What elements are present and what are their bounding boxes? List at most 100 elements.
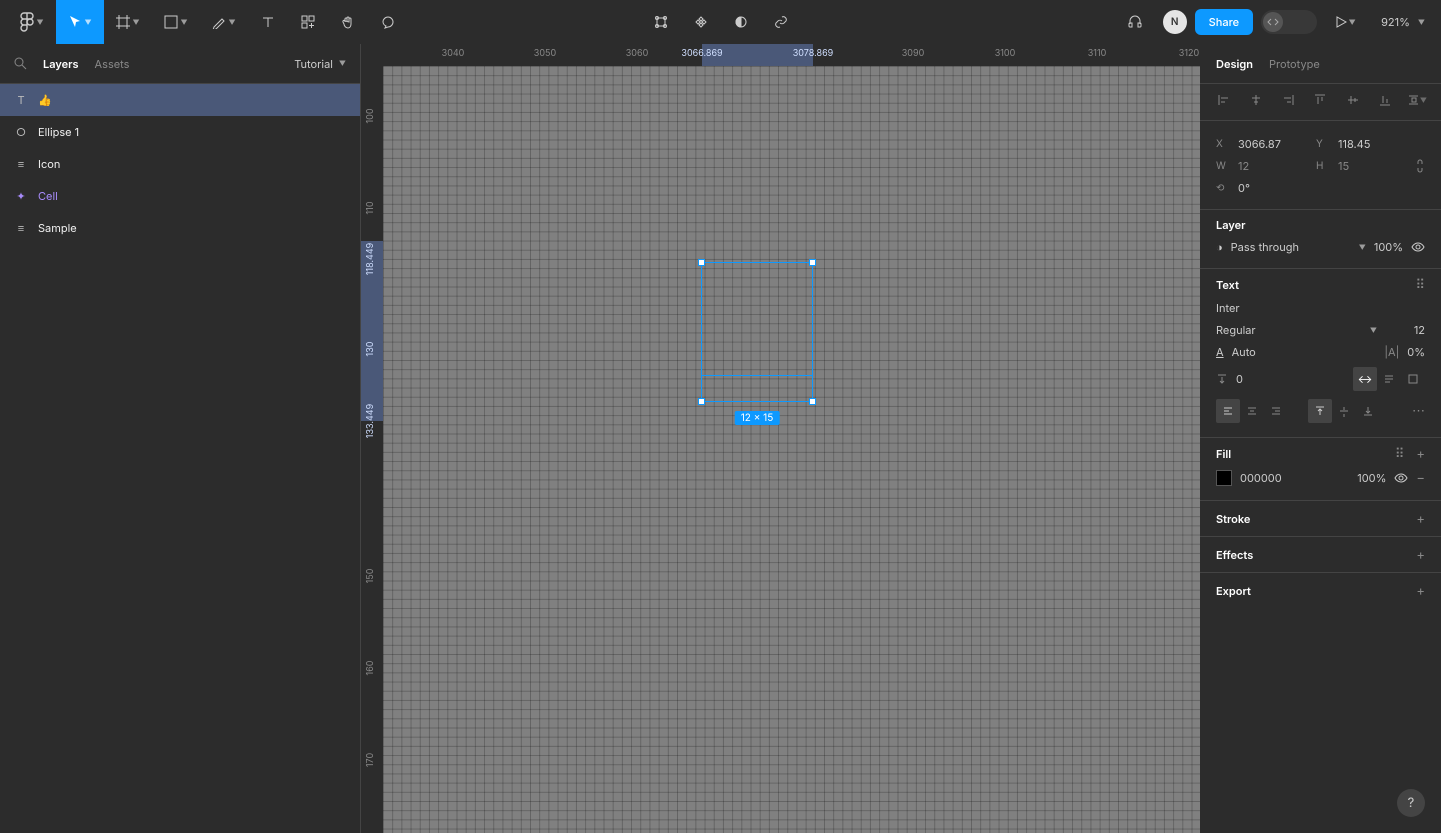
- resize-auto-width-button[interactable]: ↔: [1353, 367, 1377, 391]
- paragraph-spacing-icon: [1216, 373, 1228, 385]
- text-align-center-button[interactable]: [1240, 399, 1264, 423]
- text-section-title: Text: [1216, 278, 1239, 292]
- align-left-button[interactable]: [1214, 90, 1234, 110]
- add-fill-button[interactable]: +: [1416, 446, 1425, 462]
- ruler-corner: [361, 44, 383, 66]
- selection-box[interactable]: [701, 262, 813, 402]
- transform-section: X 3066.87 Y 118.45 W 12 H 15 ⟲ 0°: [1200, 121, 1441, 210]
- tab-assets[interactable]: Assets: [95, 57, 130, 71]
- blend-icon: ◑: [1216, 240, 1223, 254]
- layer-row-icon[interactable]: ≡ Icon: [0, 148, 360, 180]
- fill-hex-input[interactable]: 000000: [1240, 471, 1349, 485]
- align-top-button[interactable]: [1310, 90, 1330, 110]
- hand-tool-button[interactable]: [328, 0, 368, 44]
- blend-mode-select[interactable]: Pass through: [1231, 240, 1349, 254]
- rotation-input[interactable]: 0°: [1238, 181, 1250, 195]
- align-hcenter-button[interactable]: [1246, 90, 1266, 110]
- canvas[interactable]: 3040 3050 3060 3066.869 3078.869 3090 31…: [361, 44, 1200, 833]
- effects-section: Effects +: [1200, 537, 1441, 573]
- font-size-input[interactable]: 12: [1385, 323, 1425, 337]
- audio-button[interactable]: [1115, 0, 1155, 44]
- y-input[interactable]: 118.45: [1338, 137, 1370, 151]
- text-align-right-button[interactable]: [1264, 399, 1288, 423]
- align-vcenter-button[interactable]: [1343, 90, 1363, 110]
- present-button[interactable]: ▼: [1325, 0, 1365, 44]
- link-button[interactable]: [761, 0, 801, 44]
- chevron-down-icon: ▼: [36, 18, 43, 27]
- align-right-button[interactable]: [1278, 90, 1298, 110]
- w-label: W: [1216, 160, 1230, 172]
- chevron-down-icon: ▼: [180, 18, 187, 27]
- main-toolbar: ▼ ▼ ▼ ▼ ▼ N Share ▼ 921%: [0, 0, 1441, 44]
- x-input[interactable]: 3066.87: [1238, 137, 1308, 151]
- font-family-select[interactable]: Inter: [1216, 301, 1240, 315]
- distribute-button[interactable]: ▼: [1407, 90, 1427, 110]
- component-button[interactable]: [681, 0, 721, 44]
- fill-section: Fill ⠿ + 000000 100% −: [1200, 438, 1441, 501]
- text-tool-button[interactable]: [248, 0, 288, 44]
- figma-menu-button[interactable]: ▼: [8, 0, 56, 44]
- fill-swatch[interactable]: [1216, 470, 1232, 486]
- effects-section-title: Effects: [1216, 548, 1253, 562]
- resources-button[interactable]: [288, 0, 328, 44]
- layer-row-text[interactable]: T 👍: [0, 84, 360, 116]
- frame-tool-button[interactable]: ▼: [104, 0, 152, 44]
- w-input[interactable]: 12: [1238, 159, 1308, 173]
- layer-row-ellipse[interactable]: ○ Ellipse 1: [0, 116, 360, 148]
- letter-spacing-input[interactable]: 0%: [1407, 345, 1425, 359]
- add-stroke-button[interactable]: +: [1416, 511, 1425, 527]
- fill-opacity-input[interactable]: 100%: [1357, 471, 1386, 485]
- layer-label: Cell: [38, 189, 58, 203]
- frame-layer-icon: ≡: [14, 157, 28, 171]
- text-align-bottom-button[interactable]: [1356, 399, 1380, 423]
- resize-auto-height-button[interactable]: [1377, 367, 1401, 391]
- tab-prototype[interactable]: Prototype: [1269, 57, 1320, 71]
- text-layer-icon: T: [14, 93, 28, 107]
- zoom-control[interactable]: 921%▼: [1373, 15, 1433, 29]
- text-align-middle-button[interactable]: [1332, 399, 1356, 423]
- font-weight-select[interactable]: Regular: [1216, 323, 1360, 337]
- tab-design[interactable]: Design: [1216, 57, 1253, 71]
- constrain-icon[interactable]: [1415, 159, 1425, 173]
- layer-label: Ellipse 1: [38, 125, 79, 139]
- edit-object-button[interactable]: [641, 0, 681, 44]
- layer-row-cell[interactable]: ✦ Cell: [0, 180, 360, 212]
- move-tool-button[interactable]: ▼: [56, 0, 104, 44]
- tab-layers[interactable]: Layers: [43, 57, 79, 71]
- text-align-left-button[interactable]: [1216, 399, 1240, 423]
- devmode-toggle[interactable]: [1261, 10, 1317, 34]
- layer-row-sample[interactable]: ≡ Sample: [0, 212, 360, 244]
- pen-tool-button[interactable]: ▼: [200, 0, 248, 44]
- layer-label: Sample: [38, 221, 77, 235]
- page-selector[interactable]: Tutorial▼: [294, 57, 346, 71]
- mask-button[interactable]: [721, 0, 761, 44]
- add-effect-button[interactable]: +: [1416, 547, 1425, 563]
- search-icon[interactable]: [14, 57, 27, 70]
- shape-tool-button[interactable]: ▼: [152, 0, 200, 44]
- h-input[interactable]: 15: [1338, 159, 1407, 173]
- style-picker-icon[interactable]: ⠿: [1415, 277, 1425, 293]
- paragraph-spacing-input[interactable]: 0: [1236, 372, 1345, 386]
- align-bottom-button[interactable]: [1375, 90, 1395, 110]
- avatar[interactable]: N: [1163, 10, 1187, 34]
- text-section: Text ⠿ Inter Regular▼ 12 A Auto |A| 0% 0…: [1200, 269, 1441, 438]
- help-button[interactable]: ?: [1397, 789, 1425, 817]
- fill-style-icon[interactable]: ⠿: [1395, 446, 1405, 462]
- line-height-input[interactable]: Auto: [1232, 345, 1377, 359]
- y-label: Y: [1316, 138, 1330, 150]
- fill-visibility-icon[interactable]: [1394, 471, 1408, 485]
- visibility-icon[interactable]: [1411, 240, 1425, 254]
- resize-fixed-button[interactable]: [1401, 367, 1425, 391]
- right-panel: Design Prototype ▼ X 3066.87 Y 118.45 W …: [1200, 44, 1441, 833]
- add-export-button[interactable]: +: [1416, 583, 1425, 599]
- comment-tool-button[interactable]: [368, 0, 408, 44]
- text-options-button[interactable]: ⋯: [1412, 403, 1425, 419]
- opacity-input[interactable]: 100%: [1374, 240, 1403, 254]
- export-section: Export +: [1200, 573, 1441, 609]
- chevron-down-icon: ▼: [228, 18, 235, 27]
- text-align-top-button[interactable]: [1308, 399, 1332, 423]
- fill-section-title: Fill: [1216, 447, 1231, 461]
- remove-fill-button[interactable]: −: [1416, 470, 1425, 486]
- share-button[interactable]: Share: [1195, 9, 1253, 35]
- layer-section-title: Layer: [1216, 218, 1425, 232]
